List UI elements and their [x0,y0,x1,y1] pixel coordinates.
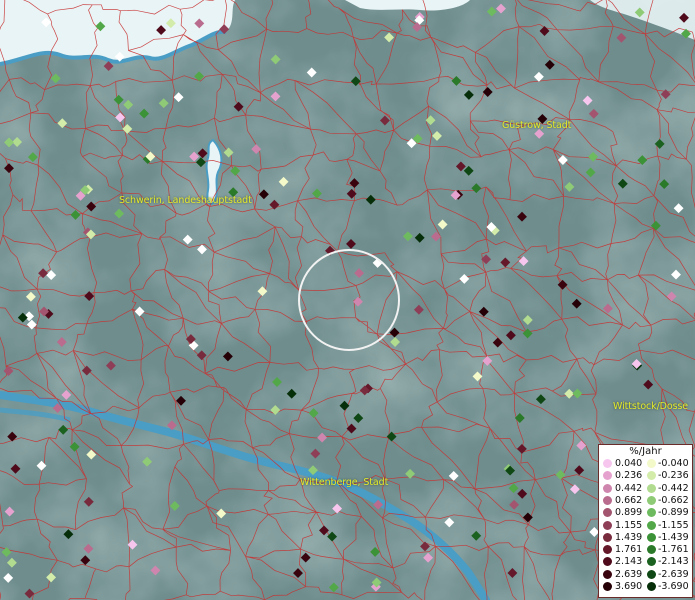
city-label-guestrow[interactable]: Güstrow, Stadt [502,120,571,131]
city-label-wittstock[interactable]: Wittstock/Dosse [613,401,688,412]
legend-swatch-positive [603,569,612,579]
legend-swatch-negative [647,508,656,518]
legend-swatch-negative [647,557,656,567]
map-view[interactable]: Güstrow, Stadt Schwerin, Landeshauptstad… [0,0,695,600]
map-canvas[interactable] [0,0,695,600]
legend-row: 1.761 -1.761 [602,544,692,555]
legend-row: 0.040 -0.040 [602,458,692,469]
legend-row: 0.442 -0.442 [602,483,692,494]
legend-swatch-positive [603,459,612,468]
terrain-shading [0,0,695,600]
legend-value-positive: 2.639 [615,568,643,580]
legend-value-positive: 0.236 [615,470,643,482]
legend-value-negative: -0.236 [658,470,689,482]
legend-row: 0.236 -0.236 [602,470,692,481]
legend-row: 2.639 -2.639 [602,569,692,580]
legend-swatch-positive [603,520,612,530]
legend-value-positive: 1.155 [615,519,643,531]
legend-swatch-negative [647,459,656,468]
legend-swatch-positive [603,483,612,493]
legend-value-negative: -0.040 [658,458,689,469]
legend-swatch-negative [647,520,656,530]
legend-row: 0.899 -0.899 [602,507,692,518]
legend-row: 1.155 -1.155 [602,520,692,531]
legend-swatch-negative [647,569,656,579]
legend-value-positive: 3.690 [615,581,643,592]
legend-swatch-negative [647,495,656,505]
legend-swatch-positive [603,495,612,505]
legend-value-positive: 0.442 [615,482,643,494]
legend-value-negative: -0.442 [658,482,689,494]
legend-value-positive: 0.899 [615,507,643,519]
legend-swatch-positive [603,508,612,518]
legend-swatch-positive [603,545,612,555]
legend-swatch-positive [603,471,612,481]
legend-value-negative: -0.662 [658,494,689,506]
legend-swatch-negative [647,545,656,555]
legend-value-negative: -2.143 [658,556,689,568]
city-label-wittenberge[interactable]: Wittenberge, Stadt [300,477,388,488]
legend-title: %/Jahr [629,446,662,457]
legend-row: 0.662 -0.662 [602,495,692,506]
legend-row: 2.143 -2.143 [602,556,692,567]
legend-swatch-negative [647,582,656,591]
legend-value-positive: 1.761 [615,544,643,556]
legend-value-negative: -1.155 [658,519,689,531]
legend-value-negative: -0.899 [658,507,689,519]
legend-value-negative: -1.761 [658,544,689,556]
legend-swatch-positive [603,582,612,591]
legend-swatch-negative [647,483,656,493]
map-legend: %/Jahr 0.040 -0.040 0.236 -0.236 0.442 -0.442… [598,444,693,598]
legend-value-positive: 0.662 [615,494,643,506]
legend-swatch-positive [603,557,612,567]
city-label-schwerin[interactable]: Schwerin, Landeshauptstadt [119,195,252,206]
legend-value-positive: 0.040 [615,458,643,469]
legend-value-negative: -1.439 [658,531,689,543]
legend-swatch-positive [603,532,612,542]
legend-swatch-negative [647,532,656,542]
legend-swatch-negative [647,471,656,481]
legend-row: 1.439 -1.439 [602,532,692,543]
legend-value-negative: -3.690 [658,581,689,592]
legend-value-positive: 1.439 [615,531,643,543]
legend-row: 3.690 -3.690 [602,581,692,592]
legend-value-negative: -2.639 [658,568,689,580]
legend-value-positive: 2.143 [615,556,643,568]
